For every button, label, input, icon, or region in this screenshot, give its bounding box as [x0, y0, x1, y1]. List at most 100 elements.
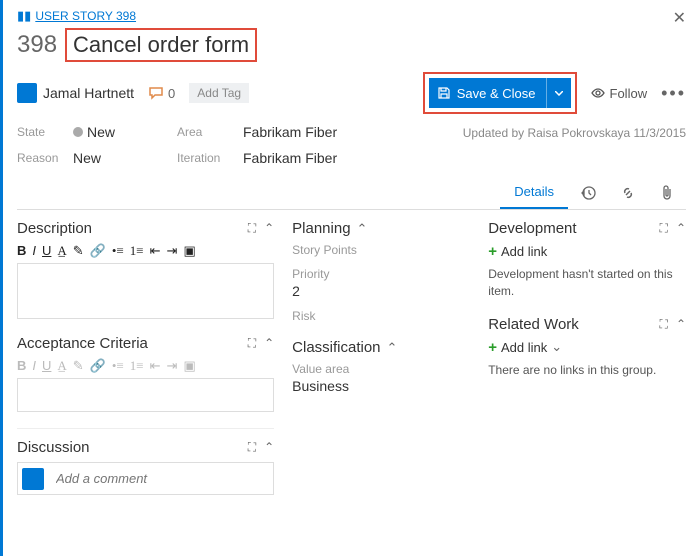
classification-section: Classification ⌃ Value area Business [292, 339, 470, 394]
chevron-down-icon [555, 91, 563, 96]
tab-bar: Details [17, 176, 686, 210]
discussion-input[interactable] [52, 467, 269, 490]
discussion-input-row [17, 462, 274, 495]
related-section: Related Work ⛶ ⌃ + Add link ⌄ There are n… [488, 316, 686, 379]
collapse-icon[interactable]: ⌃ [264, 336, 274, 351]
collapse-icon[interactable]: ⌃ [264, 221, 274, 236]
numbers-button[interactable]: 1≡ [130, 243, 144, 259]
save-highlight: Save & Close [423, 72, 577, 114]
description-editor[interactable] [17, 263, 274, 319]
expand-icon[interactable]: ⛶ [248, 440, 256, 455]
attachment-icon [660, 185, 674, 201]
collapse-icon[interactable]: ⌃ [357, 221, 368, 237]
bold-button[interactable]: B [17, 358, 26, 374]
tab-history[interactable] [568, 176, 608, 209]
assignee-name: Jamal Hartnett [43, 85, 134, 101]
reason-field[interactable]: New [73, 150, 101, 166]
area-field[interactable]: Fabrikam Fiber [243, 124, 337, 140]
state-label: State [17, 125, 63, 139]
workitem-title[interactable]: Cancel order form [73, 32, 249, 57]
chevron-down-icon: ⌄ [551, 339, 562, 355]
italic-button[interactable]: I [32, 358, 36, 374]
underline-button[interactable]: U [42, 358, 51, 374]
breadcrumb-link[interactable]: USER STORY 398 [35, 9, 136, 23]
save-and-close-button[interactable]: Save & Close [429, 78, 571, 108]
iteration-field[interactable]: Fabrikam Fiber [243, 150, 337, 166]
valuearea-field[interactable]: Business [292, 378, 470, 394]
development-add-link[interactable]: + Add link [488, 243, 686, 260]
link-button[interactable]: 🔗 [90, 358, 106, 374]
avatar-icon [22, 468, 44, 490]
expand-icon[interactable]: ⛶ [248, 221, 256, 236]
acceptance-toolbar: B I U A̲ ✎ 🔗 •≡ 1≡ ⇤ ⇥ ▣ [17, 358, 274, 374]
clear-format-button[interactable]: ✎ [73, 358, 84, 374]
save-dropdown[interactable] [546, 78, 571, 108]
related-add-link[interactable]: + Add link ⌄ [488, 339, 686, 356]
italic-button[interactable]: I [32, 243, 36, 259]
risk-label: Risk [292, 309, 470, 323]
classification-heading: Classification [292, 339, 380, 356]
description-toolbar: B I U A̲ ✎ 🔗 •≡ 1≡ ⇤ ⇥ ▣ [17, 243, 274, 259]
follow-button[interactable]: Follow [591, 86, 648, 101]
save-icon [437, 86, 451, 100]
comment-icon [148, 86, 164, 100]
tab-details[interactable]: Details [500, 176, 568, 209]
expand-icon[interactable]: ⛶ [660, 221, 668, 236]
discussion-heading: Discussion [17, 439, 90, 456]
related-heading: Related Work [488, 316, 579, 333]
priority-field[interactable]: 2 [292, 283, 470, 299]
development-heading: Development [488, 220, 576, 237]
priority-label: Priority [292, 267, 470, 281]
acceptance-section: Acceptance Criteria ⛶ ⌃ B I U A̲ ✎ 🔗 •≡ 1… [17, 335, 274, 412]
more-actions-button[interactable]: ••• [661, 83, 686, 104]
breadcrumb: ▮▮ USER STORY 398 [17, 8, 686, 24]
related-note: There are no links in this group. [488, 362, 686, 379]
expand-icon[interactable]: ⛶ [248, 336, 256, 351]
plus-icon: + [488, 339, 497, 356]
eye-icon [591, 86, 605, 100]
valuearea-label: Value area [292, 362, 470, 376]
expand-icon[interactable]: ⛶ [660, 317, 668, 332]
planning-section: Planning ⌃ Story Points Priority 2 Risk [292, 220, 470, 323]
close-icon[interactable]: ✕ [673, 8, 686, 28]
updated-text: Updated by Raisa Pokrovskaya 11/3/2015 [463, 124, 686, 140]
indent-button[interactable]: ⇥ [167, 243, 178, 259]
book-icon: ▮▮ [17, 8, 31, 24]
area-label: Area [177, 125, 233, 139]
clear-format-button[interactable]: ✎ [73, 243, 84, 259]
add-tag-button[interactable]: Add Tag [189, 83, 249, 103]
state-dot-icon [73, 127, 83, 137]
image-button[interactable]: ▣ [183, 243, 195, 259]
development-section: Development ⛶⌃ + Add link Development ha… [488, 220, 686, 300]
collapse-icon[interactable]: ⌃ [264, 440, 274, 455]
collapse-icon[interactable]: ⌃ [676, 221, 686, 236]
collapse-icon[interactable]: ⌃ [387, 340, 398, 356]
indent-button[interactable]: ⇥ [167, 358, 178, 374]
description-heading: Description [17, 220, 92, 237]
history-icon [580, 185, 596, 201]
underline-button[interactable]: U [42, 243, 51, 259]
state-field[interactable]: New [73, 124, 115, 140]
tab-links[interactable] [608, 176, 648, 209]
acceptance-editor[interactable] [17, 378, 274, 412]
storypoints-label: Story Points [292, 243, 470, 257]
font-button[interactable]: A̲ [57, 243, 66, 259]
link-button[interactable]: 🔗 [90, 243, 106, 259]
reason-label: Reason [17, 151, 63, 165]
bullets-button[interactable]: •≡ [112, 243, 124, 259]
title-highlight: Cancel order form [65, 28, 257, 62]
image-button[interactable]: ▣ [183, 358, 195, 374]
bold-button[interactable]: B [17, 243, 26, 259]
tab-attachments[interactable] [648, 176, 686, 209]
font-button[interactable]: A̲ [57, 358, 66, 374]
acceptance-heading: Acceptance Criteria [17, 335, 148, 352]
link-icon [620, 185, 636, 201]
outdent-button[interactable]: ⇤ [150, 358, 161, 374]
bullets-button[interactable]: •≡ [112, 358, 124, 374]
comment-count[interactable]: 0 [148, 86, 175, 101]
collapse-icon[interactable]: ⌃ [676, 317, 686, 332]
outdent-button[interactable]: ⇤ [150, 243, 161, 259]
description-section: Description ⛶ ⌃ B I U A̲ ✎ 🔗 •≡ 1≡ ⇤ ⇥ ▣ [17, 220, 274, 319]
numbers-button[interactable]: 1≡ [130, 358, 144, 374]
assignee[interactable]: Jamal Hartnett [17, 83, 134, 103]
